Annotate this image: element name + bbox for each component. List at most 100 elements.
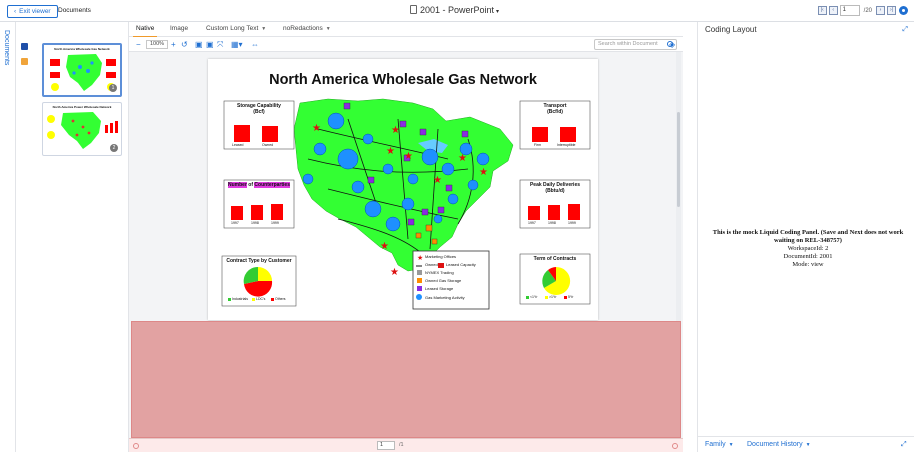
expand-icon[interactable]: ⤢	[902, 26, 908, 34]
peak-label: 1997	[528, 221, 536, 225]
document-pager: |‹ ‹ 1 /20 › ›|	[817, 4, 896, 17]
counterparties-title-2: of	[248, 182, 254, 188]
slide-page: North America Wholesale Gas Network ★ ★ …	[208, 59, 598, 320]
term-legend-item: <1Yr	[530, 295, 538, 299]
grid-options-icon[interactable]: ▦▾	[231, 40, 243, 49]
expand-icon[interactable]: ⤢	[901, 441, 907, 449]
storage-bar-owned	[262, 126, 278, 142]
tab-label: Custom Long Text	[206, 25, 259, 32]
tab-image[interactable]: Image	[170, 25, 188, 32]
tab-label: Image	[170, 25, 189, 32]
fullscreen-icon[interactable]: ⤧	[217, 40, 223, 49]
legend-owned: Owned	[425, 262, 438, 267]
zoom-level[interactable]: 100%	[146, 40, 168, 49]
zoom-out-icon[interactable]: −	[136, 40, 141, 49]
document-id: DocumentId: 2001	[783, 253, 833, 260]
documents-rail-tab[interactable]: Documents	[3, 30, 10, 65]
rotate-icon[interactable]: ↺	[181, 40, 188, 49]
family-dropdown[interactable]: Family ▼	[705, 441, 734, 448]
counterparties-label: 1998	[251, 221, 259, 225]
document-history-dropdown[interactable]: Document History ▼	[747, 441, 811, 448]
peak-label: 1999	[568, 221, 576, 225]
counterparties-panel-title: Number of Counterparties	[224, 182, 294, 188]
search-placeholder: Search within Document	[598, 41, 658, 47]
svg-text:★: ★	[390, 267, 399, 278]
storage-bar-leased	[234, 125, 250, 142]
chevron-left-icon: ‹	[14, 8, 17, 15]
storage-label-owned: Owned	[262, 143, 274, 147]
search-input[interactable]: Search within Document	[594, 39, 677, 50]
page-thumbnail-2[interactable]: North America Power Wholesale Network 2	[42, 102, 122, 156]
page-area: North America Wholesale Gas Network ★ ★ …	[129, 52, 683, 321]
tab-noredactions[interactable]: noRedactions ▼	[283, 25, 331, 32]
zoom-in-icon[interactable]: +	[171, 40, 176, 49]
coding-panel: Coding Layout ⤢ This is the mock Liquid …	[697, 22, 914, 452]
transport-unit: (Bcf/d)	[547, 109, 563, 115]
chevron-down-icon: ▼	[728, 442, 734, 448]
compare-icon[interactable]: ⇔	[251, 40, 259, 49]
document-total: /20	[863, 7, 872, 14]
mock-panel-notice: This is the mock Liquid Coding Panel. (S…	[712, 229, 904, 244]
term-legend-item: >1Yr	[549, 295, 557, 299]
coding-panel-message: This is the mock Liquid Coding Panel. (S…	[708, 229, 908, 269]
contract-legend-item: LDC's	[256, 297, 266, 301]
peak-panel-title: Peak Daily Deliveries (Bbtu/d)	[520, 182, 590, 194]
top-bar: ‹ Exit viewer Documents 2001 - PowerPoint…	[0, 0, 914, 22]
svg-text:★: ★	[312, 123, 321, 134]
document-history-label: Document History	[747, 441, 803, 448]
thumbnail-page-badge: 1	[109, 84, 117, 92]
coding-panel-footer: Family ▼ Document History ▼ ⤢	[698, 436, 914, 452]
chevron-down-icon: ▼	[325, 26, 331, 32]
viewer-scrollbar[interactable]	[676, 52, 681, 321]
gear-icon[interactable]	[899, 6, 908, 15]
native-view-icon[interactable]	[21, 43, 28, 50]
coding-panel-title: Coding Layout	[705, 25, 757, 34]
chevron-down-icon: ▾	[496, 9, 500, 15]
storage-label-leased: Leased	[232, 143, 244, 147]
peak-unit: (Bbtu/d)	[545, 188, 565, 194]
page-number-input[interactable]: 1	[377, 441, 395, 450]
status-dot-icon	[133, 443, 139, 449]
term-panel-title: Term of Contracts	[533, 256, 577, 262]
contract-pie	[243, 266, 273, 297]
fit-page-icon[interactable]: ▣	[206, 40, 214, 49]
storage-panel-title: Storage Capability (Bcf)	[224, 103, 294, 115]
peak-label: 1998	[548, 221, 556, 225]
counterparties-title-3: Counterparties	[254, 182, 290, 188]
tab-native[interactable]: Native	[132, 25, 158, 38]
first-document-button[interactable]: |‹	[817, 6, 827, 15]
chevron-down-icon: ▼	[805, 442, 811, 448]
last-document-button[interactable]: ›|	[887, 6, 896, 15]
document-viewer: Native Image Custom Long Text ▼ noRedacti…	[129, 22, 683, 452]
layers-icon[interactable]: ◈	[669, 40, 678, 49]
left-rail: Documents	[0, 22, 16, 452]
mode-text: Mode: view	[792, 261, 824, 268]
image-view-icon[interactable]	[21, 58, 28, 65]
svg-text:★: ★	[458, 153, 467, 164]
document-number-input[interactable]: 1	[839, 5, 860, 16]
legend-marketing-offices: Marketing Offices	[425, 254, 457, 259]
exit-viewer-label: Exit viewer	[19, 8, 51, 15]
family-label: Family	[705, 441, 726, 448]
redaction-region[interactable]	[131, 321, 681, 438]
prev-document-button[interactable]: ‹	[828, 6, 838, 15]
document-title[interactable]: 2001 - PowerPoint ▾	[410, 5, 499, 15]
legend-gas-marketing-activity: Gas Marketing Activity	[425, 295, 465, 300]
term-legend-item: 5Yr	[568, 295, 574, 299]
scrollbar-thumb[interactable]	[677, 112, 680, 207]
legend-leased-capacity: Leased Capacity	[446, 262, 476, 267]
page-thumbnail-1[interactable]: North America Wholesale Gas Network 1	[42, 43, 122, 97]
document-title-text: 2001 - PowerPoint	[420, 5, 495, 15]
viewer-tabs: Native Image Custom Long Text ▼ noRedacti…	[129, 22, 683, 38]
svg-text:★: ★	[417, 254, 423, 262]
workspace-id: WorkspaceId: 2	[787, 245, 829, 252]
transport-label-interruptible: Interruptible	[557, 143, 576, 147]
fit-width-icon[interactable]: ▣	[195, 40, 203, 49]
next-document-button[interactable]: ›	[876, 6, 885, 15]
svg-text:★: ★	[433, 175, 442, 186]
exit-viewer-button[interactable]: ‹ Exit viewer	[7, 5, 58, 18]
tab-custom-long-text[interactable]: Custom Long Text ▼	[206, 25, 266, 32]
svg-text:★: ★	[479, 167, 488, 178]
contract-legend-item: Industrials	[232, 297, 248, 301]
breadcrumb[interactable]: Documents	[58, 7, 91, 14]
